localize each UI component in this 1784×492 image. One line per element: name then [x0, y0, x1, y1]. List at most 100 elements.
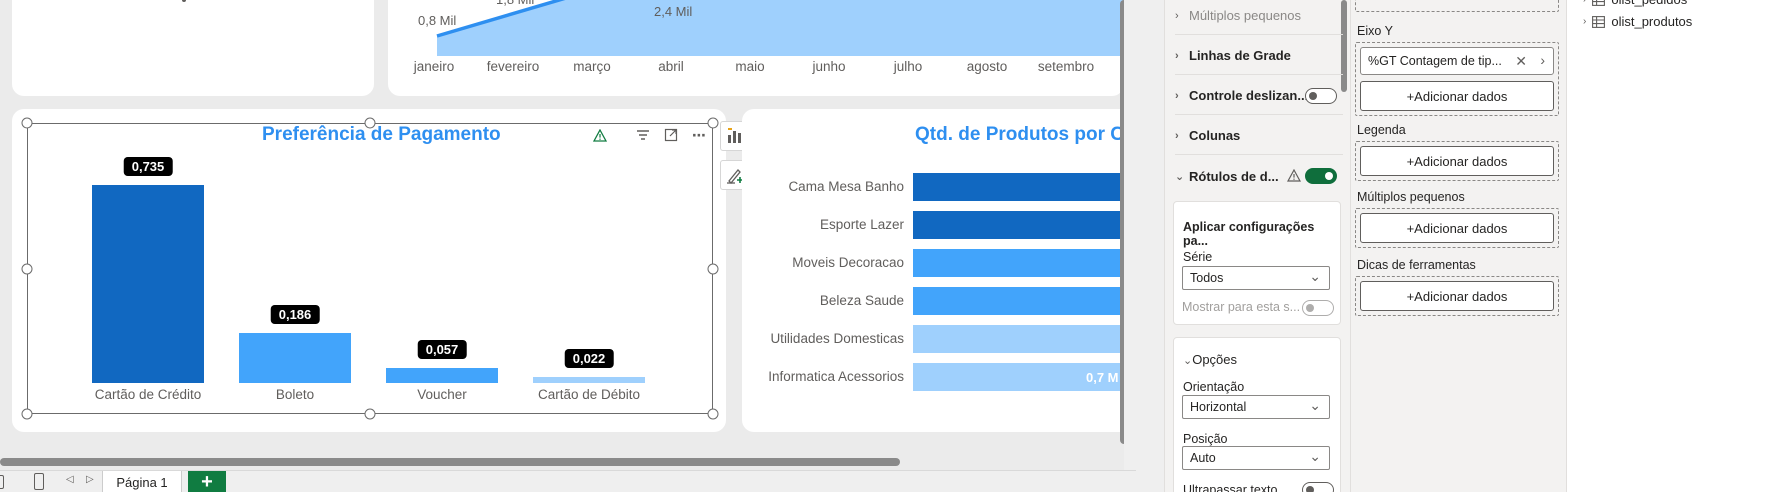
category-axis-label: Beleza Saude — [819, 293, 904, 308]
month-label: junho — [812, 59, 846, 74]
line-area-chart-svg — [436, 0, 1124, 56]
month-label: julho — [893, 59, 923, 74]
small-multiples-well-label: Múltiplos pequenos — [1357, 190, 1465, 204]
add-data-button-legend[interactable]: +Adicionar dados — [1360, 146, 1554, 176]
warning-icon[interactable] — [591, 126, 609, 144]
category-bar[interactable] — [913, 287, 1120, 315]
field-well-y-axis: %GT Contagem de tip... ✕ › +Adicionar da… — [1355, 42, 1559, 116]
chevron-right-icon: › — [1175, 49, 1179, 62]
data-label: 0,186 — [270, 304, 320, 324]
desktop-view-icon[interactable] — [0, 475, 4, 489]
apply-settings-label: Aplicar configurações pa... — [1183, 220, 1315, 248]
options-header-label: Opções — [1192, 352, 1238, 367]
vertical-scrollbar[interactable] — [1120, 0, 1124, 444]
payment-bar[interactable] — [239, 332, 351, 383]
payment-chart-title: Preferência de Pagamento — [262, 124, 501, 145]
month-label: setembro — [1037, 59, 1095, 74]
point-label: 2,4 Mil — [654, 4, 693, 19]
chevron-down-icon: ⌄ — [1183, 355, 1193, 367]
focus-mode-icon[interactable] — [662, 126, 680, 144]
series-label: Série — [1183, 250, 1213, 264]
category-bar[interactable] — [913, 249, 1120, 277]
add-data-button-tooltips[interactable]: +Adicionar dados — [1360, 281, 1554, 311]
field-well-tooltips: +Adicionar dados — [1355, 276, 1559, 316]
y-axis-field-pill[interactable]: %GT Contagem de tip... ✕ › — [1360, 47, 1554, 75]
resize-handle[interactable] — [21, 408, 33, 420]
position-label: Posição — [1183, 432, 1228, 446]
payment-bar[interactable] — [92, 185, 204, 383]
overflow-text-toggle[interactable] — [1302, 482, 1334, 492]
add-page-button[interactable]: + — [188, 471, 226, 492]
show-for-series-toggle[interactable] — [1302, 300, 1334, 316]
page-tab-bar: ◁ ▷ Página 1 + — [0, 470, 1136, 492]
section-label: Múltiplos pequenos — [1189, 8, 1302, 23]
section-columns[interactable]: › Colunas — [1175, 117, 1343, 155]
y-axis-well-label: Eixo Y — [1357, 24, 1393, 38]
mobile-view-icon[interactable] — [34, 473, 44, 490]
section-gridlines[interactable]: › Linhas de Grade — [1175, 37, 1343, 75]
chevron-down-icon: ⌄ — [1175, 170, 1185, 183]
category-bar-data-label: 0,7 M — [1086, 370, 1119, 385]
field-well-x-axis — [1355, 0, 1559, 12]
resize-handle[interactable] — [364, 408, 376, 420]
more-options-icon[interactable]: ⋯ — [690, 126, 708, 144]
slider-toggle[interactable] — [1305, 88, 1337, 104]
format-pane: › Múltiplos pequenos › Linhas de Grade › Co… — [1164, 0, 1350, 492]
month-label: agosto — [966, 59, 1008, 74]
orientation-dropdown[interactable]: Horizontal — [1182, 395, 1330, 419]
category-axis-label: Esporte Lazer — [819, 217, 904, 232]
resize-handle[interactable] — [707, 408, 719, 420]
point-label: 1,8 Mil — [496, 0, 534, 7]
prev-page-icon[interactable]: ◁ — [66, 474, 74, 485]
area-series — [437, 0, 1124, 56]
remove-field-icon[interactable]: ✕ — [1515, 53, 1527, 70]
section-data-labels[interactable]: ⌄ Rótulos de d... — [1175, 157, 1343, 195]
section-label: Colunas — [1189, 128, 1241, 143]
category-label: Cartão de Crédito — [94, 387, 202, 402]
horizontal-scrollbar[interactable] — [0, 458, 900, 466]
point-label: 0,8 Mil — [418, 13, 457, 28]
next-page-icon[interactable]: ▷ — [86, 474, 94, 485]
category-bar[interactable] — [913, 173, 1120, 201]
position-dropdown[interactable]: Auto — [1182, 446, 1330, 470]
resize-handle[interactable] — [707, 117, 719, 129]
month-label: maio — [735, 59, 765, 74]
payment-bar[interactable] — [386, 367, 498, 383]
section-slider[interactable]: › Controle deslizan... — [1175, 77, 1343, 115]
month-label: fevereiro — [486, 59, 540, 74]
overflow-text-label: Ultrapassar texto — [1183, 483, 1278, 492]
options-header[interactable]: ⌄Opções — [1183, 352, 1237, 367]
chevron-right-icon: › — [1175, 9, 1179, 22]
field-well-legend: +Adicionar dados — [1355, 141, 1559, 181]
resize-handle[interactable] — [21, 263, 33, 275]
category-label: Voucher — [417, 387, 467, 402]
chevron-right-icon: › — [1583, 16, 1587, 27]
visualization-fields-pane: Eixo Y %GT Contagem de tip... ✕ › +Adici… — [1350, 0, 1566, 492]
table-item-produtos[interactable]: › olist_produtos — [1583, 14, 1692, 29]
data-label: 0,022 — [564, 349, 614, 368]
tooltips-well-label: Dicas de ferramentas — [1357, 258, 1476, 272]
category-axis-label: Cama Mesa Banho — [788, 179, 904, 194]
add-data-button-small-multiples[interactable]: +Adicionar dados — [1360, 213, 1554, 243]
section-label: Linhas de Grade — [1189, 48, 1291, 63]
section-small-multiples[interactable]: › Múltiplos pequenos — [1175, 0, 1343, 35]
category-axis-label: Informatica Acessorios — [768, 369, 904, 384]
table-icon — [1592, 15, 1606, 28]
legend-well-label: Legenda — [1357, 123, 1406, 137]
table-item-pedidos[interactable]: › olist_pedidos — [1583, 0, 1687, 7]
payment-bar[interactable] — [533, 377, 645, 383]
series-dropdown[interactable]: Todos — [1182, 266, 1330, 290]
chevron-right-icon: › — [1175, 89, 1179, 102]
resize-handle[interactable] — [707, 263, 719, 275]
data-labels-toggle[interactable] — [1305, 168, 1337, 184]
data-label: 0,057 — [417, 339, 467, 359]
add-data-button-y-axis[interactable]: +Adicionar dados — [1360, 81, 1554, 111]
resize-handle[interactable] — [21, 117, 33, 129]
category-bar[interactable] — [913, 325, 1120, 353]
category-bar[interactable] — [913, 211, 1120, 239]
filter-icon[interactable] — [634, 126, 652, 144]
chevron-right-icon[interactable]: › — [1540, 52, 1545, 68]
page-tab-1[interactable]: Página 1 — [102, 471, 182, 492]
warning-icon — [1287, 169, 1301, 182]
data-pane: › olist_pedidos › olist_produtos — [1566, 0, 1784, 492]
